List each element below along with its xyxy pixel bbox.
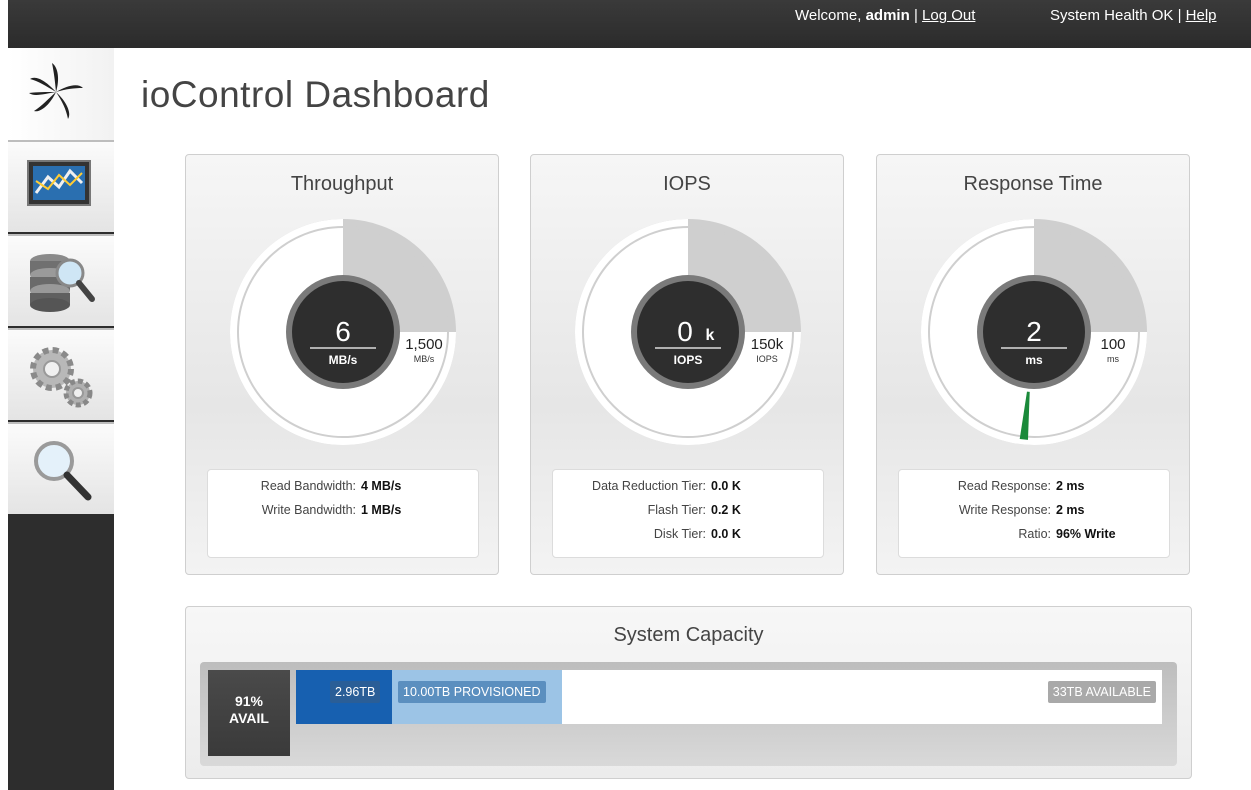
logo-tile[interactable] xyxy=(8,48,114,140)
gauge-value: 2 xyxy=(1026,316,1042,347)
stat-value: 4 MB/s xyxy=(361,479,402,493)
iops-stats: Data Reduction Tier: 0.0 K Flash Tier: 0… xyxy=(552,469,824,558)
stat-row: Ratio: 96% Write xyxy=(899,527,1169,543)
gauge-max-unit: IOPS xyxy=(756,354,778,364)
stat-row: Data Reduction Tier: 0.0 K xyxy=(553,479,823,495)
iops-gauge: 0 k IOPS 150k IOPS xyxy=(575,219,801,445)
stat-label: Write Response: xyxy=(958,503,1051,517)
card-title: Response Time xyxy=(963,173,1103,195)
sidebar-item-search[interactable] xyxy=(8,422,114,514)
stat-value: 2 ms xyxy=(1056,479,1085,493)
gauge-max-unit: ms xyxy=(1107,354,1119,364)
logout-link[interactable]: Log Out xyxy=(922,7,975,24)
capacity-avail-label: AVAIL xyxy=(229,710,269,726)
gauge-max: 150k xyxy=(751,336,784,353)
stat-label: Data Reduction Tier: xyxy=(592,479,706,493)
capacity-bar: 2.96TB 10.00TB PROVISIONED 33TB AVAILABL… xyxy=(296,670,1162,724)
stat-row: Disk Tier: 0.0 K xyxy=(553,527,823,543)
username: admin xyxy=(865,7,910,24)
throughput-card: Throughput 6 MB/s 1,500 MB/s Read Bandwi… xyxy=(185,154,499,575)
sidebar-item-performance[interactable] xyxy=(8,140,114,232)
health-area: System Health OK | Help xyxy=(1050,7,1217,24)
help-link[interactable]: Help xyxy=(1186,7,1217,24)
capacity-frame: 91% AVAIL 2.96TB 10.00TB PROVISIONED 33T… xyxy=(200,662,1177,766)
response-time-card: Response Time 2 ms 100 ms Read Response:… xyxy=(876,154,1190,575)
capacity-used-label: 2.96TB xyxy=(330,681,381,703)
stat-value: 0.0 K xyxy=(711,479,741,493)
stat-label: Flash Tier: xyxy=(647,503,706,517)
gauge-unit: ms xyxy=(1025,353,1043,367)
sidebar xyxy=(8,48,114,790)
capacity-available-label: 33TB AVAILABLE xyxy=(1047,681,1156,703)
welcome-text: Welcome, xyxy=(795,7,862,24)
stat-value: 96% Write xyxy=(1056,527,1116,541)
separator: | xyxy=(1177,7,1182,24)
system-capacity-panel: System Capacity 91% AVAIL 2.96TB 10.00TB… xyxy=(185,606,1192,779)
capacity-avail-box: 91% AVAIL xyxy=(208,670,290,756)
stat-row: Flash Tier: 0.2 K xyxy=(553,503,823,519)
stat-row: Read Bandwidth: 4 MB/s xyxy=(208,479,478,495)
stat-row: Write Bandwidth: 1 MB/s xyxy=(208,503,478,519)
stat-value: 1 MB/s xyxy=(361,503,402,517)
gauge-unit: IOPS xyxy=(674,353,703,367)
stat-value: 0.2 K xyxy=(711,503,741,517)
gauge-max-unit: MB/s xyxy=(414,354,435,364)
gauge-value-suffix: k xyxy=(706,327,715,344)
response-time-gauge: 2 ms 100 ms xyxy=(921,219,1147,445)
separator: | xyxy=(913,7,918,24)
stat-value: 0.0 K xyxy=(711,527,741,541)
welcome-area: Welcome, admin | Log Out xyxy=(795,7,975,24)
stat-label: Read Response: xyxy=(957,479,1051,493)
gauge-value: 0 xyxy=(677,316,693,347)
response-time-stats: Read Response: 2 ms Write Response: 2 ms… xyxy=(898,469,1170,558)
throughput-stats: Read Bandwidth: 4 MB/s Write Bandwidth: … xyxy=(207,469,479,558)
system-health-status: System Health OK xyxy=(1050,7,1174,24)
stat-value: 2 ms xyxy=(1056,503,1085,517)
stat-label: Disk Tier: xyxy=(653,527,706,541)
stat-row: Read Response: 2 ms xyxy=(899,479,1169,495)
stat-row: Write Response: 2 ms xyxy=(899,503,1169,519)
sidebar-item-settings[interactable] xyxy=(8,328,114,420)
card-title: Throughput xyxy=(290,173,394,195)
performance-chart-icon xyxy=(27,160,91,206)
iops-card: IOPS 0 k IOPS 150k IOPS Data Reduction T… xyxy=(530,154,844,575)
throughput-gauge: 6 MB/s 1,500 MB/s xyxy=(230,219,456,445)
gauge-max: 1,500 xyxy=(405,336,443,353)
stat-label: Read Bandwidth: xyxy=(260,479,356,493)
card-title: System Capacity xyxy=(613,624,764,646)
gauge-unit: MB/s xyxy=(329,353,358,367)
magnifier-icon xyxy=(34,441,92,501)
logo-icon xyxy=(29,63,83,119)
capacity-avail-percent: 91% xyxy=(234,693,264,709)
stat-label: Ratio: xyxy=(1018,527,1051,541)
card-title: IOPS xyxy=(663,173,711,195)
top-bar: Welcome, admin | Log Out System Health O… xyxy=(8,0,1251,48)
gauge-max: 100 xyxy=(1100,336,1125,353)
gauge-value: 6 xyxy=(335,316,351,347)
capacity-provisioned-label: 10.00TB PROVISIONED xyxy=(398,681,546,703)
page-title: ioControl Dashboard xyxy=(141,74,490,115)
stat-label: Write Bandwidth: xyxy=(261,503,356,517)
sidebar-item-storage[interactable] xyxy=(8,234,114,326)
settings-gears-icon xyxy=(30,347,93,408)
storage-search-icon xyxy=(30,254,95,312)
